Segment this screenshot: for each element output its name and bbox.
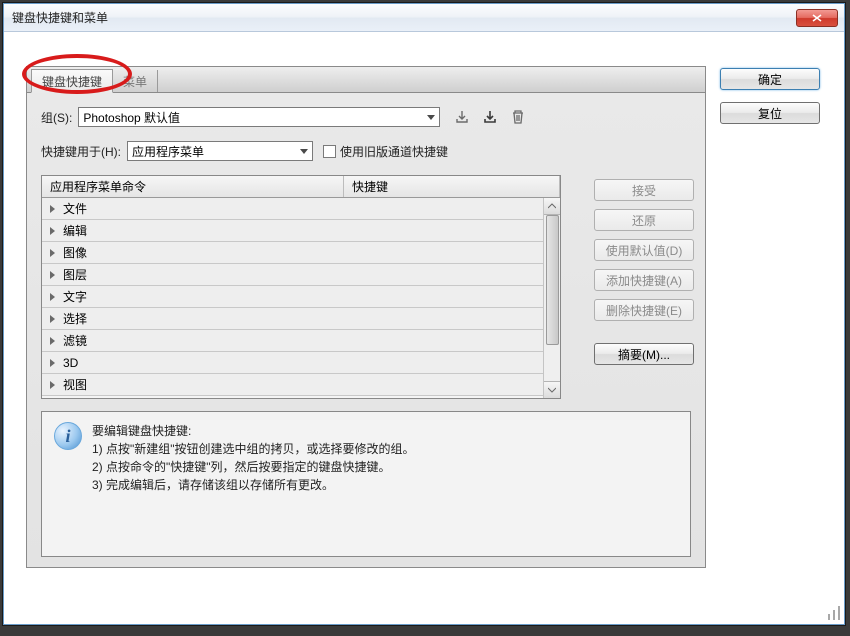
new-set-icon[interactable] bbox=[480, 107, 500, 127]
table-row[interactable]: 滤镜 bbox=[42, 330, 560, 352]
chevron-down-icon bbox=[427, 115, 435, 120]
scrollbar[interactable] bbox=[543, 198, 560, 398]
table-row[interactable]: 视图 bbox=[42, 374, 560, 396]
accept-button: 接受 bbox=[594, 179, 694, 201]
scroll-down-button[interactable] bbox=[544, 381, 560, 398]
set-dropdown[interactable]: Photoshop 默认值 bbox=[78, 107, 440, 127]
use-for-value: 应用程序菜单 bbox=[132, 143, 204, 160]
ok-button[interactable]: 确定 bbox=[720, 68, 820, 90]
chevron-down-icon bbox=[300, 149, 308, 154]
table-header-shortcut[interactable]: 快捷键 bbox=[344, 176, 560, 197]
legacy-checkbox[interactable] bbox=[323, 145, 336, 158]
scroll-thumb[interactable] bbox=[546, 215, 559, 345]
info-icon: i bbox=[54, 422, 82, 450]
table-row[interactable]: 选择 bbox=[42, 308, 560, 330]
dialog-window: 键盘快捷键和菜单 确定 复位 键盘快捷键 菜单 组(S): Photoshop … bbox=[3, 3, 845, 625]
triangle-right-icon bbox=[50, 381, 55, 389]
triangle-right-icon bbox=[50, 271, 55, 279]
undo-button: 还原 bbox=[594, 209, 694, 231]
tab-keyboard-shortcuts[interactable]: 键盘快捷键 bbox=[31, 69, 113, 93]
triangle-right-icon bbox=[50, 293, 55, 301]
info-box: i 要编辑键盘快捷键: 1) 点按"新建组"按钮创建选中组的拷贝，或选择要修改的… bbox=[41, 411, 691, 557]
summary-button[interactable]: 摘要(M)... bbox=[594, 343, 694, 365]
info-text: 要编辑键盘快捷键: 1) 点按"新建组"按钮创建选中组的拷贝，或选择要修改的组。… bbox=[92, 422, 415, 546]
triangle-right-icon bbox=[50, 205, 55, 213]
chevron-up-icon bbox=[548, 203, 556, 209]
scroll-up-button[interactable] bbox=[544, 198, 560, 215]
table-header-command[interactable]: 应用程序菜单命令 bbox=[42, 176, 344, 197]
table-row[interactable]: 文字 bbox=[42, 286, 560, 308]
tabbar: 键盘快捷键 菜单 bbox=[26, 66, 706, 92]
legacy-checkbox-label: 使用旧版通道快捷键 bbox=[340, 143, 448, 160]
dialog-body: 确定 复位 键盘快捷键 菜单 组(S): Photoshop 默认值 bbox=[4, 32, 844, 624]
use-for-dropdown[interactable]: 应用程序菜单 bbox=[127, 141, 313, 161]
table-row[interactable]: 编辑 bbox=[42, 220, 560, 242]
window-title: 键盘快捷键和菜单 bbox=[12, 9, 796, 26]
triangle-right-icon bbox=[50, 337, 55, 345]
close-button[interactable] bbox=[796, 9, 838, 27]
delete-shortcut-button: 删除快捷键(E) bbox=[594, 299, 694, 321]
delete-set-icon[interactable] bbox=[508, 107, 528, 127]
set-label: 组(S): bbox=[41, 109, 72, 126]
shortcuts-table: 应用程序菜单命令 快捷键 文件 编辑 图像 图层 文字 选择 滤镜 3D bbox=[41, 175, 561, 399]
use-defaults-button: 使用默认值(D) bbox=[594, 239, 694, 261]
tab-menus[interactable]: 菜单 bbox=[113, 70, 158, 92]
table-row[interactable]: 图像 bbox=[42, 242, 560, 264]
add-shortcut-button: 添加快捷键(A) bbox=[594, 269, 694, 291]
use-for-label: 快捷键用于(H): bbox=[41, 143, 121, 160]
titlebar: 键盘快捷键和菜单 bbox=[4, 4, 844, 32]
save-set-icon[interactable] bbox=[452, 107, 472, 127]
resize-grip[interactable] bbox=[826, 606, 840, 620]
triangle-right-icon bbox=[50, 315, 55, 323]
triangle-right-icon bbox=[50, 249, 55, 257]
triangle-right-icon bbox=[50, 227, 55, 235]
table-row[interactable]: 3D bbox=[42, 352, 560, 374]
triangle-right-icon bbox=[50, 359, 55, 367]
close-icon bbox=[812, 14, 822, 22]
table-row[interactable]: 图层 bbox=[42, 264, 560, 286]
chevron-down-icon bbox=[548, 387, 556, 393]
table-body: 文件 编辑 图像 图层 文字 选择 滤镜 3D 视图 bbox=[42, 198, 560, 398]
reset-button[interactable]: 复位 bbox=[720, 102, 820, 124]
table-row[interactable]: 文件 bbox=[42, 198, 560, 220]
set-dropdown-value: Photoshop 默认值 bbox=[83, 109, 180, 126]
